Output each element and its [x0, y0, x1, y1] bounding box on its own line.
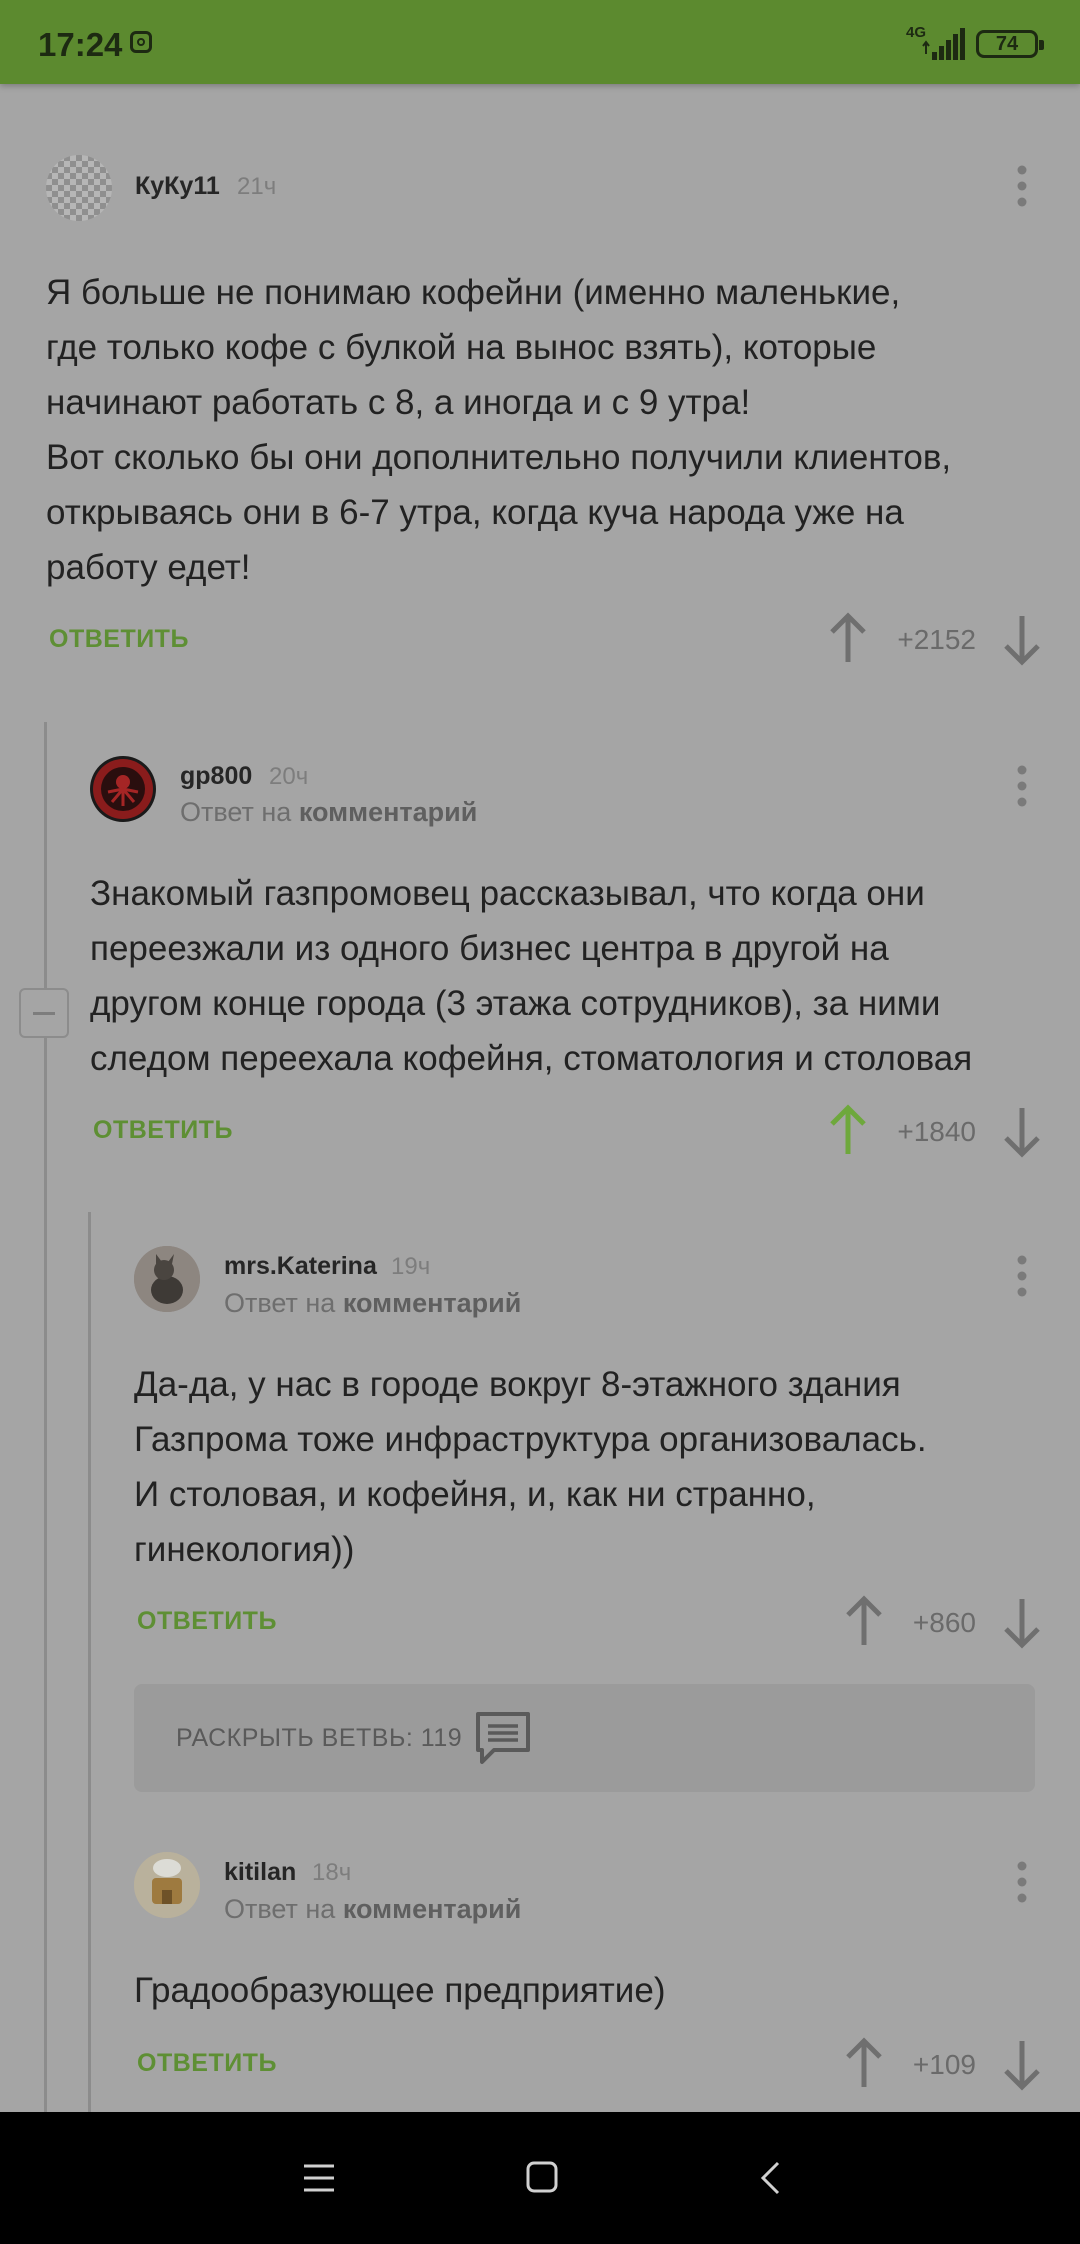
comment-text: Я больше не понимаю кофейни (именно мале… [46, 273, 952, 587]
collapse-thread-button[interactable] [19, 988, 69, 1038]
comment-score: +109 [912, 2049, 976, 2080]
reply-to-link[interactable]: комментарий [343, 1288, 522, 1318]
avatar[interactable] [134, 1246, 200, 1312]
comment-score: +2152 [897, 624, 976, 655]
upvote-arrow-icon[interactable] [826, 610, 870, 666]
downvote-arrow-icon[interactable] [1000, 1104, 1044, 1160]
avatar[interactable] [46, 155, 112, 221]
avatar[interactable] [90, 756, 156, 822]
avatar[interactable] [134, 1852, 200, 1918]
instagram-notification-icon [130, 31, 152, 53]
hydra-logo-icon [93, 759, 153, 819]
reply-button[interactable]: ОТВЕТИТЬ [137, 1607, 277, 1636]
status-bar: 17:24 4G 74 [0, 0, 1080, 84]
reply-button[interactable]: ОТВЕТИТЬ [49, 625, 189, 654]
reply-to-label: Ответ на комментарий [224, 1288, 522, 1318]
comment-age: 21ч [237, 173, 277, 200]
more-options-icon[interactable] [1007, 1252, 1037, 1300]
reply-button[interactable]: ОТВЕТИТЬ [93, 1116, 233, 1145]
downvote-arrow-icon[interactable] [1000, 1595, 1044, 1651]
downvote-arrow-icon[interactable] [1000, 2037, 1044, 2093]
reply-to-link[interactable]: комментарий [299, 797, 478, 827]
reply-to-label: Ответ на комментарий [224, 1894, 522, 1924]
comment-score: +860 [912, 1607, 976, 1638]
thread-line[interactable] [88, 1212, 91, 2112]
reply-button[interactable]: ОТВЕТИТЬ [137, 2049, 277, 2078]
signal-strength-icon [922, 28, 965, 60]
comment-score: +1840 [897, 1116, 976, 1147]
comment-age: 19ч [391, 1253, 431, 1280]
comment-text: Да-да, у нас в городе вокруг 8-этажного … [134, 1365, 927, 1569]
comment-author[interactable]: КуКу11 [135, 172, 220, 201]
comment-author[interactable]: gp800 [180, 762, 252, 791]
comment-text: Градообразующее предприятие) [134, 1971, 666, 2010]
home-icon[interactable] [525, 2160, 559, 2194]
back-icon[interactable] [758, 2160, 782, 2196]
expand-branch-button[interactable]: РАСКРЫТЬ ВЕТВЬ: 119 [134, 1684, 1035, 1792]
comment-age: 20ч [269, 763, 309, 790]
thread-line[interactable] [44, 722, 47, 2112]
more-options-icon[interactable] [1007, 762, 1037, 810]
expand-branch-label: РАСКРЫТЬ ВЕТВЬ: 119 [176, 1724, 463, 1752]
menu-icon[interactable] [302, 2162, 336, 2194]
upvote-arrow-icon[interactable] [826, 1102, 870, 1158]
comment-author[interactable]: mrs.Katerina [224, 1252, 377, 1281]
downvote-arrow-icon[interactable] [1000, 612, 1044, 668]
comment-text: Знакомый газпромовец рассказывал, что ко… [90, 874, 973, 1078]
reply-to-label: Ответ на комментарий [180, 797, 478, 827]
more-options-icon[interactable] [1007, 162, 1037, 210]
reply-to-link[interactable]: комментарий [343, 1894, 522, 1924]
comments-icon [476, 1712, 530, 1764]
battery-indicator: 74 [976, 30, 1044, 58]
more-options-icon[interactable] [1007, 1858, 1037, 1906]
system-navigation-bar [0, 2112, 1080, 2244]
chef-character-icon [134, 1852, 200, 1918]
clock: 17:24 [38, 26, 123, 63]
comment-author[interactable]: kitilan [224, 1858, 296, 1887]
comment-age: 18ч [312, 1859, 352, 1886]
cat-photo-icon [134, 1246, 200, 1312]
